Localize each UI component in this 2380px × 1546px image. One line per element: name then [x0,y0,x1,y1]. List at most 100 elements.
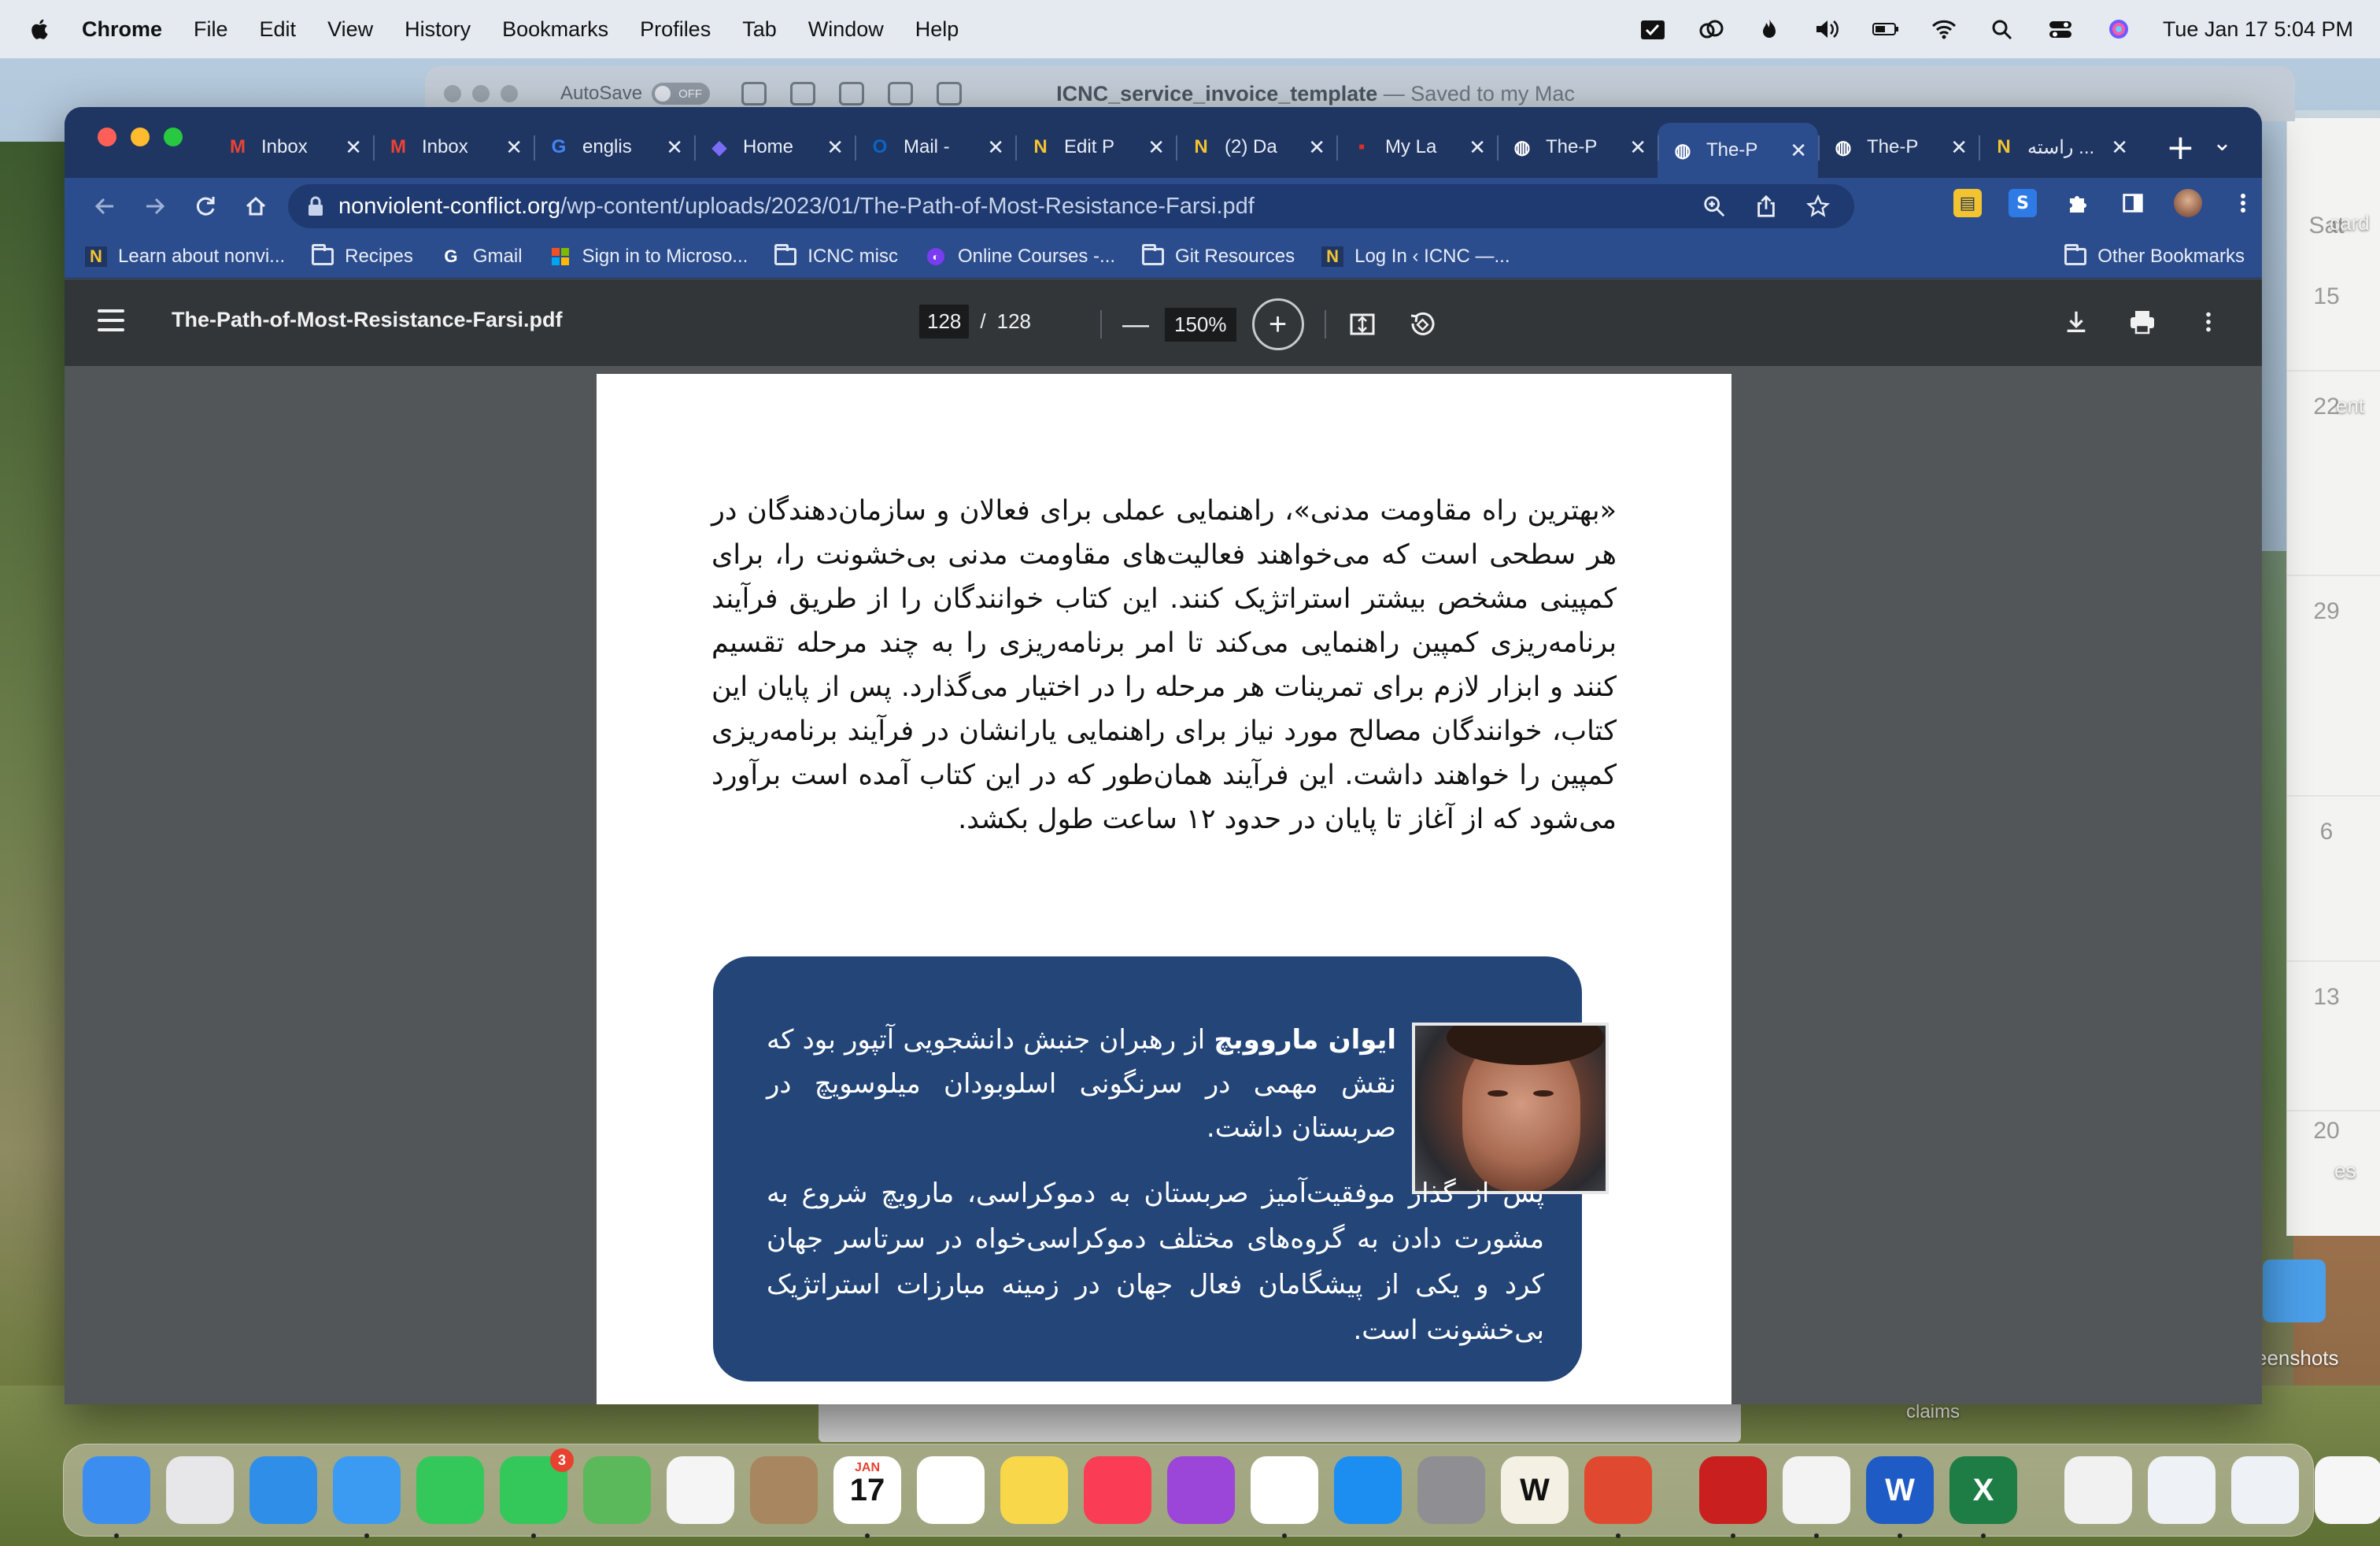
spotlight-search-icon[interactable] [1988,17,2016,42]
close-tab-icon[interactable]: ✕ [666,135,683,160]
bookmark-star-icon[interactable] [1805,194,1831,219]
puzzle-extensions-icon[interactable] [2064,189,2092,217]
doc-stack-2-icon[interactable] [2148,1456,2216,1524]
forward-button[interactable] [135,187,175,226]
current-page-input[interactable]: 128 [919,305,970,338]
close-tab-icon[interactable]: ✕ [1790,139,1807,163]
minimize-button-inactive[interactable] [472,85,490,102]
profile-avatar[interactable] [2174,189,2202,217]
close-tab-icon[interactable]: ✕ [826,135,844,160]
browser-tab[interactable]: ◍ The-P ✕ [1818,123,1979,172]
doc-stack-1-icon[interactable] [2064,1456,2132,1524]
zoom-window-button[interactable] [164,128,183,146]
notes-icon[interactable] [1000,1456,1068,1524]
close-tab-icon[interactable]: ✕ [1629,135,1646,160]
minimize-window-button[interactable] [131,128,150,146]
undo-icon[interactable] [839,82,865,105]
other-bookmarks-folder[interactable]: Other Bookmarks [2064,243,2245,268]
close-window-button[interactable] [98,128,116,146]
more-options-icon[interactable] [2194,308,2223,336]
sticky-notes-extension-icon[interactable]: ▤ [1953,189,1982,217]
chrome-icon[interactable] [1251,1456,1318,1538]
browser-tab[interactable]: O Mail - ✕ [855,123,1015,172]
side-panel-icon[interactable] [2119,189,2147,217]
browser-tab[interactable]: Genglis ✕ [534,123,694,172]
excel-icon[interactable]: X [1949,1456,2017,1538]
close-tab-icon[interactable]: ✕ [345,135,362,160]
desktop-screenshots-folder-icon[interactable] [2263,1259,2326,1322]
home-button[interactable] [236,187,275,226]
print-icon[interactable] [2128,308,2156,336]
home-icon[interactable] [741,82,767,105]
podcasts-icon[interactable] [1167,1456,1235,1524]
new-tab-button[interactable]: + [2166,128,2195,168]
close-tab-icon[interactable]: ✕ [2111,135,2128,160]
siri-icon[interactable] [2105,17,2133,42]
creative-cloud-icon[interactable] [1697,17,1725,42]
volume-icon[interactable] [1813,17,1842,42]
bookmark-item[interactable]: Recipes [312,243,413,268]
download-icon[interactable] [2062,308,2090,336]
bookmark-item[interactable]: ICNC misc [774,243,898,268]
calendar-day[interactable]: 15 [2287,283,2366,310]
bookmark-item[interactable]: G Gmail [440,246,522,268]
apple-menu-icon[interactable] [27,16,50,43]
checkbox-status-icon[interactable] [1639,17,1667,42]
close-tab-icon[interactable]: ✕ [1308,135,1325,160]
browser-tab[interactable]: ◆ Home ✕ [694,123,855,172]
calendar-day[interactable]: 6 [2287,819,2366,845]
facetime-icon[interactable] [416,1456,484,1524]
browser-tab[interactable]: N (2) Da ✕ [1176,123,1336,172]
remote-desktop-icon[interactable] [1584,1456,1652,1538]
menu-app-name[interactable]: Chrome [82,17,162,42]
calendar-icon[interactable]: 17 JAN [833,1456,901,1538]
bookmark-item[interactable]: Sign in to Microso... [549,246,748,268]
battery-icon[interactable] [1872,17,1900,42]
calendar-day[interactable]: 13 [2287,984,2366,1011]
menu-window[interactable]: Window [808,17,884,42]
finder-icon[interactable] [83,1456,150,1538]
menu-profiles[interactable]: Profiles [640,17,711,42]
browser-tab[interactable]: M Inbox ✕ [213,123,373,172]
s-extension-icon[interactable]: S [2009,189,2037,217]
zoom-level-input[interactable]: 150% [1165,307,1236,342]
word-icon[interactable]: W [1866,1456,1934,1538]
zoom-button-inactive[interactable] [501,85,518,102]
save-icon[interactable] [790,82,816,105]
back-button[interactable] [85,187,124,226]
music-icon[interactable] [1084,1456,1151,1524]
rotate-icon[interactable] [1406,309,1438,340]
close-tab-icon[interactable]: ✕ [1950,135,1968,160]
wifi-icon[interactable] [1930,17,1958,42]
acrobat-icon[interactable] [1699,1456,1767,1538]
bookmark-item[interactable]: ◐ Online Courses -... [925,246,1115,268]
menu-view[interactable]: View [327,17,373,42]
word-game-icon[interactable]: W [1501,1456,1569,1524]
fit-to-page-icon[interactable] [1347,309,1378,340]
zoom-out-button[interactable]: — [1122,309,1149,340]
flame-icon[interactable] [1755,17,1783,42]
lock-icon[interactable] [307,196,324,216]
close-tab-icon[interactable]: ✕ [1148,135,1165,160]
print-icon[interactable] [937,82,963,105]
launchpad-icon[interactable] [166,1456,234,1524]
bookmark-item[interactable]: N Log In ‹ ICNC —... [1321,246,1510,268]
textedit-icon[interactable] [1783,1456,1850,1538]
menu-help[interactable]: Help [915,17,959,42]
share-icon[interactable] [1754,194,1779,219]
menu-tab[interactable]: Tab [742,17,777,42]
close-tab-icon[interactable]: ✕ [1469,135,1486,160]
safari-icon[interactable] [249,1456,317,1524]
hamburger-menu-icon[interactable] [98,309,124,331]
app-store-icon[interactable] [1334,1456,1402,1524]
zoom-in-button[interactable]: + [1251,298,1304,350]
browser-tab[interactable]: N Edit P ✕ [1015,123,1176,172]
contacts-icon[interactable] [750,1456,818,1524]
bookmark-item[interactable]: Git Resources [1142,243,1295,268]
menu-history[interactable]: History [405,17,471,42]
close-tab-icon[interactable]: ✕ [505,135,523,160]
browser-tab[interactable]: N راسته ... ✕ [1979,123,2139,172]
doc-stack-3-icon[interactable] [2231,1456,2299,1524]
photos-icon[interactable] [667,1456,734,1524]
close-tab-icon[interactable]: ✕ [987,135,1004,160]
